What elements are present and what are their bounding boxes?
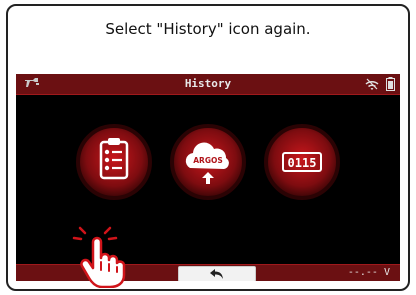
back-button[interactable] [178,266,256,281]
argos-label: ARGOS [193,156,223,165]
screen-title: History [184,77,232,90]
wifi-icon [365,78,379,90]
voltage-readout: --.-- V [347,267,390,278]
back-arrow-icon [210,269,223,279]
counter-icon: 0115 [264,124,340,200]
instruction-card: Select "History" icon again. History ARG… [6,4,410,291]
argos-button[interactable]: ARGOS [168,122,248,202]
history-checklist-button[interactable] [74,122,154,202]
argos-cloud-icon: ARGOS [170,124,246,200]
tap-hand-icon [72,226,126,288]
instruction-text: Select "History" icon again. [105,20,311,38]
top-bar: History [16,74,400,95]
battery-icon [386,77,395,91]
checklist-icon [76,124,152,200]
counter-label: 0115 [288,156,317,170]
counter-button[interactable]: 0115 [262,122,342,202]
